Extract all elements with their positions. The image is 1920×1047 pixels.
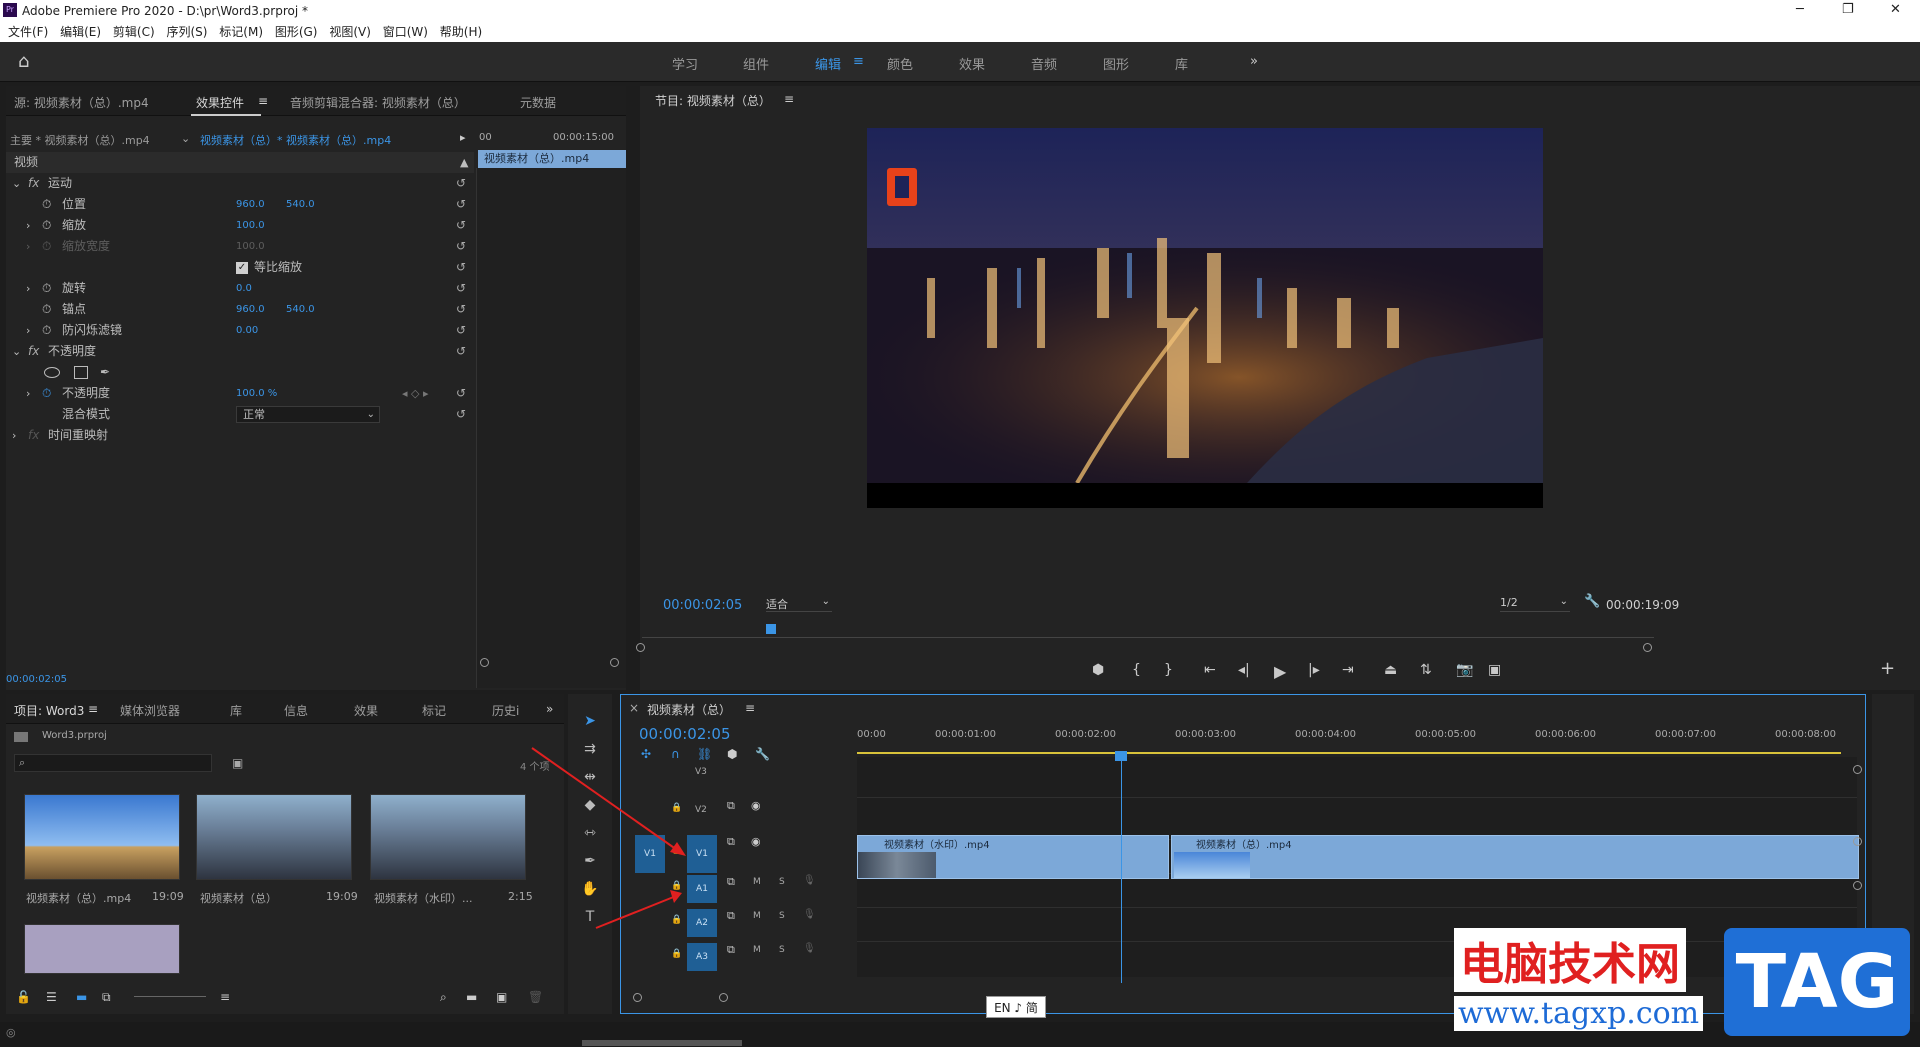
watermark: 电脑技术网 www.tagxp.com TAG: [1446, 928, 1916, 1038]
horizontal-scrollbar[interactable]: [582, 1040, 742, 1046]
watermark-url: www.tagxp.com: [1454, 996, 1704, 1031]
ime-indicator[interactable]: EN ♪ 简: [986, 996, 1046, 1018]
watermark-tag: TAG: [1724, 928, 1910, 1036]
status-icon: ◎: [6, 1026, 16, 1039]
watermark-title: 电脑技术网: [1454, 928, 1686, 992]
annotation-arrows: [531, 747, 686, 929]
